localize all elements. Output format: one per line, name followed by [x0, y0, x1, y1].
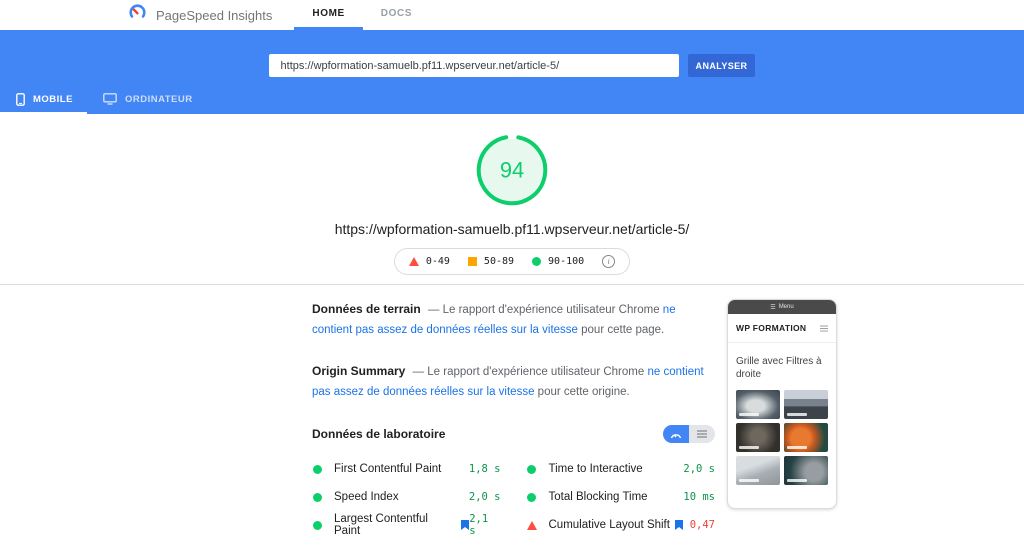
preview-thumbnail-4: [784, 423, 828, 452]
analyzed-url: https://wpformation-samuelb.pf11.wpserve…: [0, 221, 1024, 237]
list-view-button[interactable]: [689, 425, 715, 443]
tab-home[interactable]: HOME: [294, 0, 362, 30]
app-title: PageSpeed Insights: [156, 8, 272, 23]
metric-label: First Contentful Paint: [334, 463, 441, 475]
score-legend: 0-49 50-89 90-100 i: [394, 248, 630, 275]
metric-value: 2,0 s: [683, 463, 715, 475]
metric-label: Speed Index: [334, 491, 399, 503]
field-data-tail: pour cette page.: [581, 324, 664, 336]
phone-icon: [16, 93, 25, 106]
legend-range-average: 50-89: [468, 256, 514, 267]
analyze-banner: ANALYSER MOBILE ORDINATEUR: [0, 30, 1024, 114]
origin-summary-lead: Le rapport d'expérience utilisateur Chro…: [427, 366, 644, 378]
status-icon: [527, 493, 537, 502]
legend-label: 90-100: [548, 256, 584, 267]
preview-thumbnail-6: [784, 456, 828, 485]
metric-value: 2,1 s: [469, 513, 500, 537]
lab-data-title: Données de laboratoire: [312, 427, 445, 441]
legend-range-poor: 0-49: [409, 256, 450, 267]
bookmark-icon: [675, 520, 683, 530]
field-data-lead: Le rapport d'expérience utilisateur Chro…: [443, 304, 660, 316]
metric-label: Total Blocking Time: [549, 491, 648, 503]
tab-desktop-label: ORDINATEUR: [125, 94, 193, 105]
legend-label: 0-49: [426, 256, 450, 267]
preview-site-header: WP FORMATION: [728, 314, 836, 343]
preview-site-title: WP FORMATION: [736, 323, 806, 333]
metric-value: 10 ms: [683, 491, 715, 503]
square-icon: [468, 257, 477, 266]
status-icon: [527, 465, 537, 474]
preview-thumbnail-1: [736, 390, 780, 419]
analyze-button[interactable]: ANALYSER: [688, 54, 756, 77]
hamburger-icon: ☰: [770, 304, 775, 311]
top-navigation: HOME DOCS: [294, 0, 430, 30]
status-icon: [312, 521, 322, 530]
metric-speed-index: Speed Index 2,0 s: [312, 483, 501, 511]
bookmark-icon: [461, 520, 469, 530]
score-section: 94 https://wpformation-samuelb.pf11.wpse…: [0, 114, 1024, 285]
top-app-bar: PageSpeed Insights HOME DOCS: [0, 0, 1024, 30]
device-tabs: MOBILE ORDINATEUR: [0, 86, 207, 114]
preview-page-heading: Grille avec Filtres à droite: [736, 355, 828, 381]
origin-summary-tail: pour cette origine.: [538, 386, 630, 398]
performance-score-gauge: 94: [474, 132, 550, 208]
tab-desktop[interactable]: ORDINATEUR: [87, 86, 207, 114]
status-icon: [527, 521, 537, 530]
lab-data-header: Données de laboratoire: [312, 425, 715, 443]
status-icon: [312, 493, 322, 502]
preview-image-grid: [736, 390, 828, 485]
info-icon[interactable]: i: [602, 255, 615, 268]
metric-value: 0,47: [690, 519, 715, 531]
tab-docs[interactable]: DOCS: [363, 0, 430, 30]
metric-value: 1,8 s: [469, 463, 501, 475]
report-body: Données de terrain — Le rapport d'expéri…: [312, 285, 1024, 550]
circle-icon: [532, 257, 541, 266]
gauge-view-button[interactable]: [663, 425, 689, 443]
metric-label: Largest Contentful Paint: [334, 513, 456, 537]
legend-range-good: 90-100: [532, 256, 584, 267]
field-data-summary: Données de terrain — Le rapport d'expéri…: [312, 299, 715, 340]
origin-summary-title: Origin Summary: [312, 364, 405, 378]
lab-metrics-grid: First Contentful Paint 1,8 s Time to Int…: [312, 455, 715, 539]
status-icon: [312, 465, 322, 474]
menu-toggle-icon: [820, 319, 828, 337]
preview-thumbnail-5: [736, 456, 780, 485]
metric-largest-contentful-paint: Largest Contentful Paint 2,1 s: [312, 511, 501, 539]
tab-mobile[interactable]: MOBILE: [0, 86, 87, 114]
origin-summary: Origin Summary — Le rapport d'expérience…: [312, 361, 715, 402]
dash: —: [413, 366, 425, 378]
page-screenshot-preview[interactable]: ☰ Menu WP FORMATION Grille avec Filtres …: [727, 299, 837, 509]
metric-time-to-interactive: Time to Interactive 2,0 s: [527, 455, 716, 483]
desktop-icon: [103, 93, 117, 105]
metrics-view-toggle: [663, 425, 715, 443]
preview-thumbnail-3: [736, 423, 780, 452]
brand: PageSpeed Insights: [128, 0, 272, 30]
metric-label: Time to Interactive: [549, 463, 643, 475]
url-input[interactable]: [269, 54, 679, 77]
metric-total-blocking-time: Total Blocking Time 10 ms: [527, 483, 716, 511]
preview-thumbnail-2: [784, 390, 828, 419]
metric-cumulative-layout-shift: Cumulative Layout Shift 0,47: [527, 511, 716, 539]
metric-value: 2,0 s: [469, 491, 501, 503]
legend-label: 50-89: [484, 256, 514, 267]
metric-first-contentful-paint: First Contentful Paint 1,8 s: [312, 455, 501, 483]
metric-label: Cumulative Layout Shift: [549, 519, 670, 531]
dash: —: [428, 304, 440, 316]
pagespeed-gauge-icon: [128, 3, 147, 27]
field-data-title: Données de terrain: [312, 302, 421, 316]
triangle-icon: [409, 257, 419, 266]
tab-mobile-label: MOBILE: [33, 94, 73, 105]
preview-menubar: ☰ Menu: [728, 300, 836, 314]
preview-menu-label: Menu: [779, 304, 794, 310]
score-value: 94: [500, 158, 524, 183]
